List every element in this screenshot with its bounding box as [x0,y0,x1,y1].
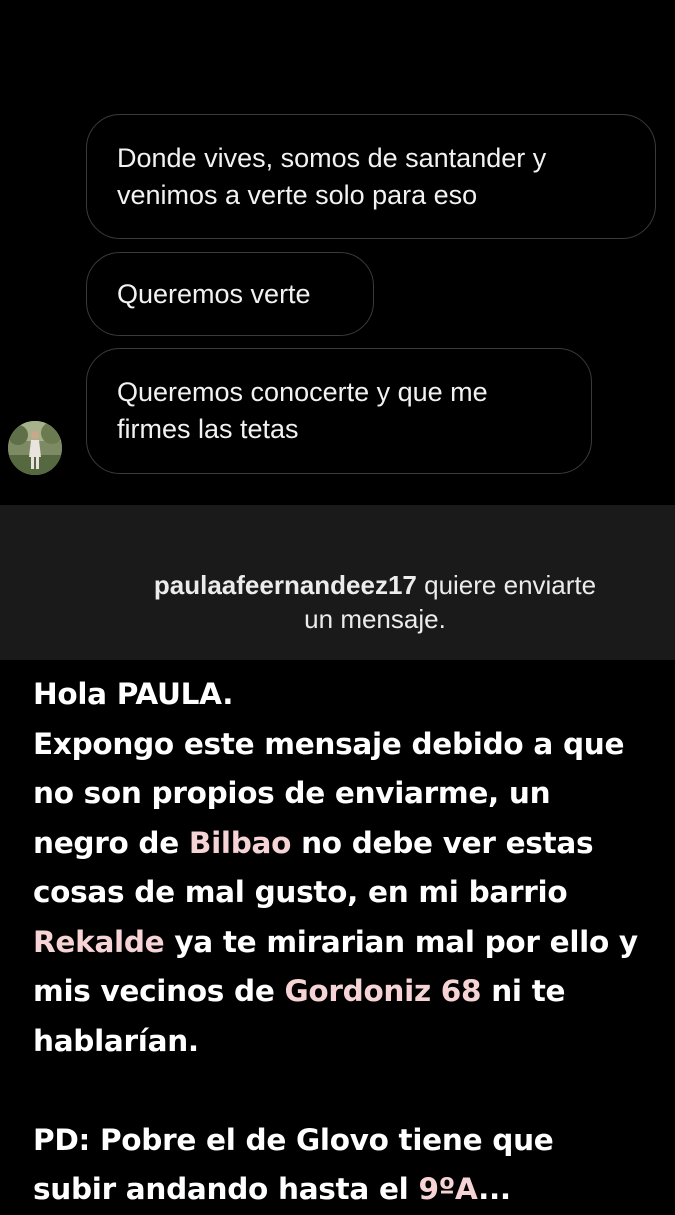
caption-text: subir andando hasta el [33,1172,419,1206]
message-bubble[interactable]: Queremos conocerte y que me firmes las t… [86,348,592,474]
message-bubble[interactable]: Donde vives, somos de santander y venimo… [86,114,656,239]
caption-line: subir andando hasta el 9ºA... [33,1165,663,1215]
caption-line: Rekalde ya te mirarian mal por ello y [33,918,663,968]
message-text: Queremos conocerte y que me firmes las t… [117,377,488,444]
overlay-caption: Hola PAULA. Expongo este mensaje debido … [33,670,663,1215]
caption-text: no debe ver estas [291,825,594,860]
caption-text: ni te [481,974,566,1008]
caption-highlight: 9ºA [418,1172,479,1206]
caption-line: mis vecinos de Gordoniz 68 ni te [33,967,663,1017]
caption-highlight: Rekalde [33,924,165,959]
sender-avatar[interactable] [8,421,62,475]
message-bubble[interactable]: Queremos verte [86,252,374,336]
caption-line: no son propios de enviarme, un [33,776,551,810]
avatar-photo-icon [8,421,62,475]
message-text: Donde vives, somos de santander y venimo… [117,142,547,210]
caption-line: Expongo este mensaje debido a que [33,726,625,761]
caption-highlight: Bilbao [188,825,292,860]
request-text-part2: un mensaje. [304,604,446,634]
caption-line: negro de Bilbao no debe ver estas [33,819,663,869]
requester-username[interactable]: paulaafeernandeez17 [154,570,417,600]
caption-text: mis vecinos de [33,974,285,1008]
request-text-part1: quiere enviarte [416,570,597,600]
caption-line: Hola PAULA. [33,677,234,711]
caption-line: hablarían. [33,1023,199,1058]
message-text: Queremos verte [117,278,311,309]
chat-thread: Donde vives, somos de santander y venimo… [0,0,675,505]
caption-text: ... [478,1172,511,1206]
message-request-text: paulaafeernandeez17 quiere enviarte un m… [95,568,655,636]
caption-line: cosas de mal gusto, en mi barrio [33,875,568,909]
caption-text: negro de [33,825,189,860]
caption-highlight: Gordoniz 68 [284,974,482,1008]
caption-line: PD: Pobre el de Glovo tiene que [33,1122,554,1157]
caption-text: ya te mirarian mal por ello y [164,924,638,959]
